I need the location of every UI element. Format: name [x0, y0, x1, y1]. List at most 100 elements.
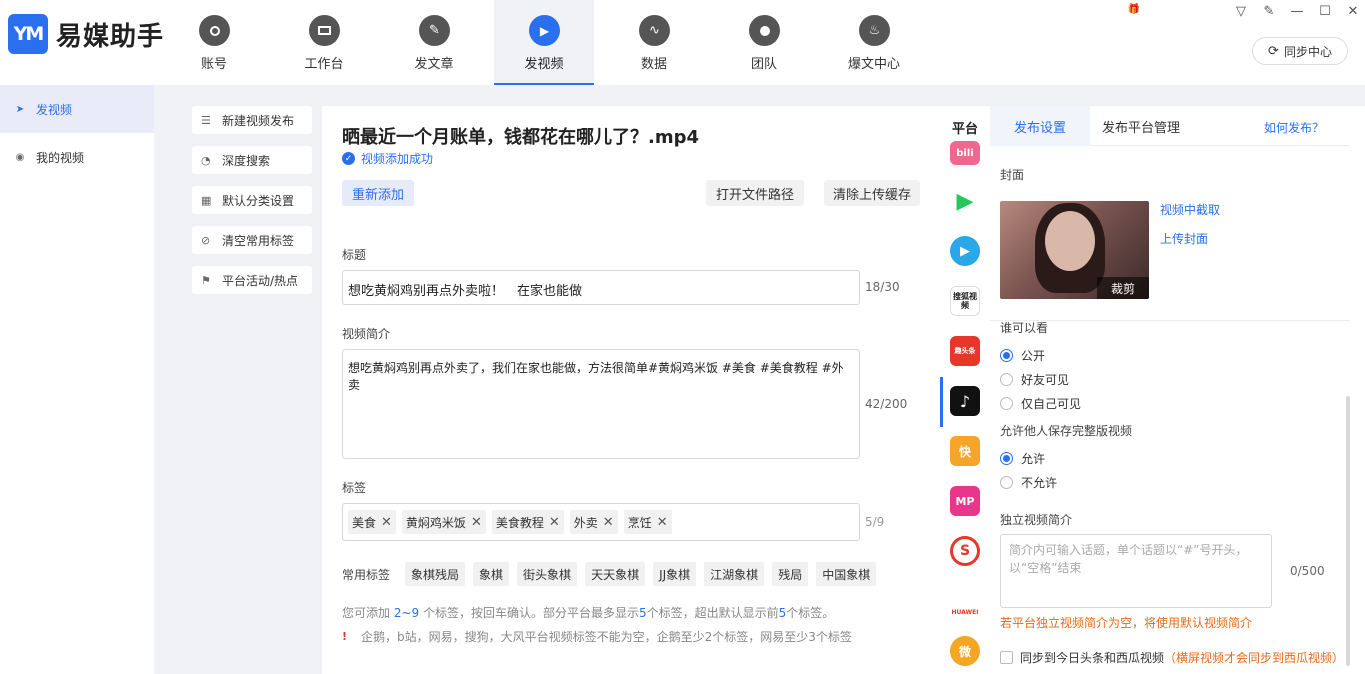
common-tag[interactable]: 天天象棋 [585, 562, 646, 586]
remove-tag-icon[interactable]: ✕ [657, 515, 668, 530]
logo-mark: YM [8, 14, 48, 54]
platform-activity-button[interactable]: ⚑ 平台活动/热点 [192, 266, 312, 294]
common-tag[interactable]: 中国象棋 [816, 562, 877, 586]
settings-scrollbar[interactable] [1346, 396, 1350, 666]
tag-off-icon: ⊘ [201, 233, 211, 247]
remove-tag-icon[interactable]: ✕ [549, 515, 560, 530]
sohu-video-icon[interactable]: 搜狐视频 [950, 286, 980, 316]
visibility-private-radio[interactable]: 仅自己可见 [1000, 395, 1081, 412]
open-path-button[interactable]: 打开文件路径 [706, 180, 804, 206]
independent-desc-textarea[interactable]: 简介内可输入话题，单个话题以“#”号开头，以“空格”结束 [1000, 534, 1272, 608]
common-tag[interactable]: JJ象棋 [653, 562, 697, 586]
dropdown-icon[interactable]: ▽ [1232, 4, 1250, 19]
description-label: 视频简介 [342, 327, 391, 341]
kuaishou-icon[interactable]: 快 [950, 436, 980, 466]
minimize-icon[interactable]: — [1288, 4, 1306, 19]
tag-chip: 美食 ✕ [348, 510, 396, 534]
tag-text: 美食 [352, 515, 377, 530]
huawei-icon[interactable]: HUAWEI [950, 586, 980, 616]
nav-tab-team[interactable]: 团队 [714, 0, 814, 85]
common-tag[interactable]: 象棋残局 [405, 562, 466, 586]
tool-label: 默认分类设置 [222, 193, 295, 208]
radio-dot [1000, 476, 1013, 489]
hint-highlight: 2~9 [393, 606, 420, 620]
tool-label: 新建视频发布 [222, 113, 295, 128]
deep-search-button[interactable]: ◔ 深度搜索 [192, 146, 312, 174]
chart-icon: ∿ [639, 15, 670, 46]
tag-text: 美食教程 [495, 515, 544, 530]
radio-dot [1000, 452, 1013, 465]
visibility-public-radio[interactable]: 公开 [1000, 347, 1045, 364]
tag-chip: 黄焖鸡米饭 ✕ [401, 510, 486, 534]
nav-tab-hot[interactable]: ♨ 爆文中心 [824, 0, 924, 85]
nav-tab-data[interactable]: ∿ 数据 [604, 0, 704, 85]
app-name: 易媒助手 [56, 21, 165, 52]
nav-tab-label: 爆文中心 [847, 57, 900, 72]
crop-button[interactable]: 裁剪 [1097, 277, 1149, 299]
new-video-button[interactable]: ☰ 新建视频发布 [192, 106, 312, 134]
tool-label: 清空常用标签 [222, 233, 295, 248]
play-icon: ▶ [529, 15, 560, 46]
maximize-icon[interactable]: ☐ [1316, 4, 1334, 19]
nav-tab-video[interactable]: ▶ 发视频 [494, 0, 594, 85]
clear-tags-button[interactable]: ⊘ 清空常用标签 [192, 226, 312, 254]
hint-highlight: 5 [638, 606, 647, 620]
common-tag[interactable]: 象棋 [473, 562, 510, 586]
tab-platform-management[interactable]: 发布平台管理 [1090, 106, 1192, 146]
clear-cache-button[interactable]: 清除上传缓存 [824, 180, 920, 206]
common-tag[interactable]: 残局 [772, 562, 809, 586]
tab-publish-settings[interactable]: 发布设置 [990, 106, 1090, 146]
cover-image[interactable]: 裁剪 [1000, 201, 1149, 299]
weibo-icon[interactable]: 微 [950, 636, 980, 666]
nav-tab-label: 工作台 [304, 57, 344, 72]
close-icon[interactable]: ✕ [1344, 4, 1362, 19]
how-to-publish-link[interactable]: 如何发布？ [1264, 119, 1324, 136]
sidebar-item-publish-video[interactable]: ➤ 发视频 [0, 85, 154, 133]
visibility-friends-radio[interactable]: 好友可见 [1000, 371, 1069, 388]
common-tag[interactable]: 街头象棋 [517, 562, 578, 586]
sohu-icon[interactable]: S [950, 536, 980, 566]
common-tags: 常用标签 象棋残局 象棋 街头象棋 天天象棋 JJ象棋 江湖象棋 残局 中国象棋 [342, 562, 884, 586]
edit-icon[interactable]: ✎ [1260, 4, 1278, 19]
disallow-save-radio[interactable]: 不允许 [1000, 474, 1057, 491]
upload-cover-link[interactable]: 上传封面 [1160, 230, 1208, 247]
tag-text: 黄焖鸡米饭 [405, 515, 466, 530]
common-tags-label: 常用标签 [342, 567, 391, 582]
tag-chip: 烹饪 ✕ [623, 510, 672, 534]
remove-tag-icon[interactable]: ✕ [471, 515, 482, 530]
sidebar-item-my-videos[interactable]: ◉ 我的视频 [0, 133, 154, 181]
readd-button[interactable]: 重新添加 [342, 180, 414, 206]
meipai-icon[interactable]: MP [950, 486, 980, 516]
douyin-icon[interactable]: ♪ [950, 386, 980, 416]
radio-label: 仅自己可见 [1021, 397, 1082, 411]
allow-save-radio[interactable]: 允许 [1000, 450, 1045, 467]
remove-tag-icon[interactable]: ✕ [381, 515, 392, 530]
capture-from-video-link[interactable]: 视频中截取 [1160, 201, 1220, 218]
nav-tab-workbench[interactable]: 工作台 [274, 0, 374, 85]
common-tag[interactable]: 江湖象棋 [704, 562, 765, 586]
warning-text: 企鹅，b站，网易，搜狗，大风平台视频标签不能为空，企鹅至少2个标签，网易至少3个… [361, 630, 852, 644]
gift-icon[interactable]: 🎁 [1125, 4, 1143, 15]
title-count: 18/30 [865, 280, 900, 294]
cover-figure-face [1045, 211, 1095, 271]
nav-tab-label: 团队 [750, 57, 777, 72]
nav-tab-article[interactable]: ✎ 发文章 [384, 0, 484, 85]
nav-tab-label: 发视频 [524, 57, 564, 72]
qutoutiao-icon[interactable]: 趣头条 [950, 336, 980, 366]
sync-center-button[interactable]: ⟳ 同步中心 [1252, 37, 1348, 65]
tags-input[interactable]: 美食 ✕ 黄焖鸡米饭 ✕ 美食教程 ✕ 外卖 ✕ 烹饪 ✕ [342, 503, 860, 541]
sync-toutiao-checkbox[interactable]: 同步到今日头条和西瓜视频 （横屏视频才会同步到西瓜视频） [1000, 649, 1344, 666]
default-category-button[interactable]: ▦ 默认分类设置 [192, 186, 312, 214]
remove-tag-icon[interactable]: ✕ [603, 515, 614, 530]
title-input[interactable]: 想吃黄焖鸡别再点外卖啦！ 在家也能做 [342, 270, 860, 305]
send-icon: ➤ [15, 103, 25, 115]
bilibili-icon[interactable]: bili [950, 141, 980, 165]
hint-text: 您可添加 [342, 606, 394, 620]
iqiyi-video-icon[interactable]: ▶ [950, 186, 980, 216]
description-textarea[interactable]: 想吃黄焖鸡别再点外卖了，我们在家也能做，方法很简单#黄焖鸡米饭 #美食 #美食教… [342, 349, 860, 459]
nav-tab-account[interactable]: 账号 [164, 0, 264, 85]
haokan-video-icon[interactable]: ▶ [950, 236, 980, 266]
radio-label: 公开 [1021, 349, 1046, 363]
platform-header: 平台 [951, 122, 978, 137]
settings-tabs: 发布设置 发布平台管理 如何发布？ [990, 106, 1350, 146]
